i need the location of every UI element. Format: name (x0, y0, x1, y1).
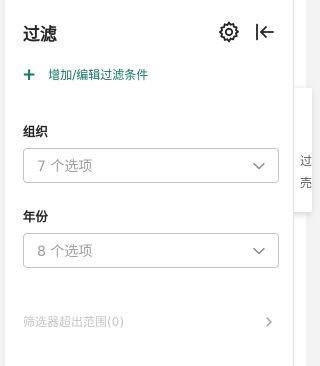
plus-icon: + (22, 64, 37, 85)
filter-pane (5, 0, 294, 366)
out-of-scope-label: 筛选器超出范围(0) (23, 315, 124, 329)
panel-title: 过滤 (23, 25, 57, 45)
add-edit-filter-link[interactable]: + 增加/编辑过滤条件 (22, 66, 148, 83)
select-placeholder: 7 个选项 (37, 158, 93, 175)
collapse-left-icon (256, 23, 274, 41)
settings-button[interactable] (216, 19, 242, 45)
filter-label-organization: 组织 (23, 124, 49, 139)
filter-select-organization[interactable]: 7 个选项 (23, 148, 279, 183)
add-filter-label: 增加/编辑过滤条件 (48, 68, 149, 82)
tooltip-text-line-1: 过 (300, 154, 313, 168)
collapse-pane-button[interactable] (251, 19, 277, 45)
chevron-right-icon (266, 316, 272, 327)
filter-label-year: 年份 (23, 209, 49, 224)
out-of-scope-filters[interactable]: 筛选器超出范围(0) (23, 313, 275, 330)
tooltip-text-line-2: 売 (300, 176, 313, 190)
filter-select-year[interactable]: 8 个选项 (23, 233, 279, 268)
chevron-down-icon (253, 162, 265, 169)
select-placeholder: 8 个选项 (37, 243, 93, 260)
chevron-down-icon (253, 247, 265, 254)
gear-icon (218, 21, 240, 43)
